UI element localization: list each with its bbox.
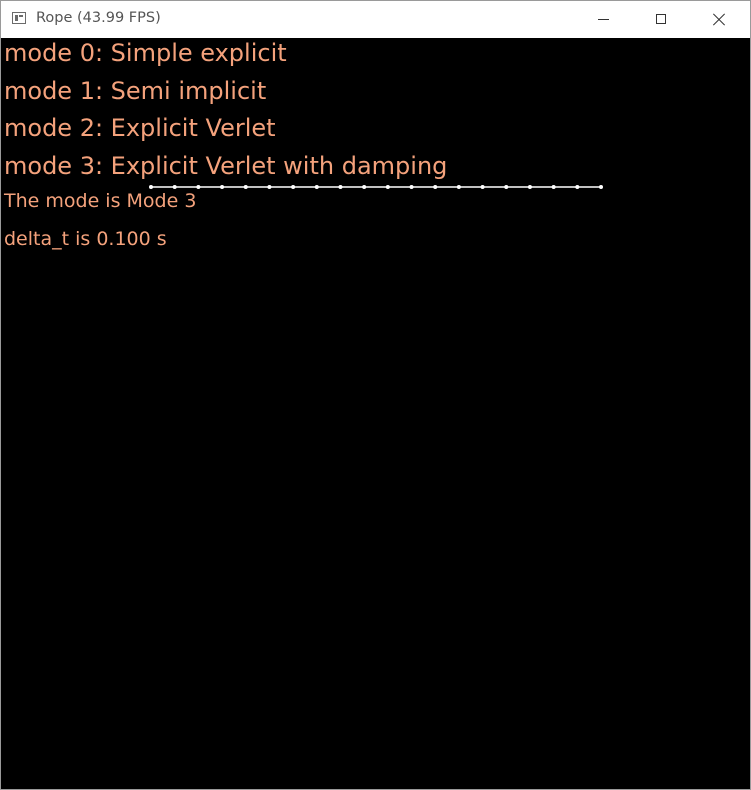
minimize-button[interactable] (581, 1, 627, 38)
minimize-icon (598, 19, 609, 20)
rope-node (527, 185, 532, 189)
maximize-icon (656, 14, 666, 24)
rope-node (480, 185, 485, 189)
close-button[interactable] (696, 1, 742, 38)
rope-node (385, 185, 390, 189)
rope-node (314, 185, 319, 189)
close-icon (713, 13, 725, 25)
window-title: Rope (43.99 FPS) (36, 10, 161, 26)
rope-node (291, 185, 296, 189)
rope-node (433, 185, 438, 189)
rope-node (149, 185, 153, 189)
rope-node (456, 185, 461, 189)
rope (149, 185, 603, 189)
app-window-icon (12, 12, 26, 24)
rope-node (220, 185, 225, 189)
app-window: Rope (43.99 FPS) mode 0: Simple explicit… (0, 0, 751, 790)
rope-node (504, 185, 509, 189)
rope-node (172, 185, 177, 189)
rope-node (338, 185, 343, 189)
rope-node (267, 185, 272, 189)
maximize-button[interactable] (638, 1, 684, 38)
rope-node (575, 185, 580, 189)
rope-node (243, 185, 248, 189)
rope-node (599, 185, 603, 189)
title-bar[interactable]: Rope (43.99 FPS) (1, 1, 750, 38)
rope-node (196, 185, 201, 189)
rope-node (551, 185, 556, 189)
rope-node (409, 185, 414, 189)
render-canvas[interactable]: mode 0: Simple explicit mode 1: Semi imp… (1, 38, 750, 789)
rope-node (362, 185, 367, 189)
